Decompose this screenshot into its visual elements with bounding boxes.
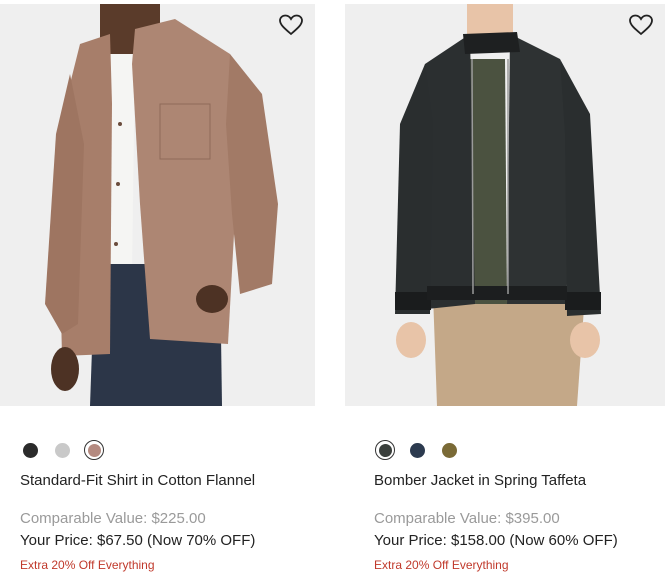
product-image-jacket[interactable] [345,4,665,406]
swatch-dot [54,442,70,458]
comparable-value: Comparable Value: $225.00 [20,510,206,527]
your-price: Your Price: $67.50 (Now 70% OFF) [20,532,256,549]
shirt-photo [0,4,315,406]
comparable-value: Comparable Value: $395.00 [374,510,560,527]
swatch-dot [87,443,101,457]
color-swatch[interactable] [20,440,40,460]
product-image-shirt[interactable] [0,4,315,406]
swatch-dot [441,442,457,458]
color-swatches [375,440,459,460]
promo-text: Extra 20% Off Everything [374,558,509,572]
product-name[interactable]: Bomber Jacket in Spring Taffeta [374,472,586,489]
product-name[interactable]: Standard-Fit Shirt in Cotton Flannel [20,472,255,489]
color-swatch-selected[interactable] [375,440,395,460]
swatch-dot [22,442,38,458]
swatch-dot [409,442,425,458]
color-swatch[interactable] [407,440,427,460]
swatch-dot [378,443,392,457]
heart-icon[interactable] [279,14,303,36]
color-swatches [20,440,104,460]
color-swatch[interactable] [439,440,459,460]
color-swatch-selected[interactable] [84,440,104,460]
heart-icon[interactable] [629,14,653,36]
promo-text: Extra 20% Off Everything [20,558,155,572]
color-swatch[interactable] [52,440,72,460]
jacket-photo [345,4,665,406]
your-price: Your Price: $158.00 (Now 60% OFF) [374,532,618,549]
